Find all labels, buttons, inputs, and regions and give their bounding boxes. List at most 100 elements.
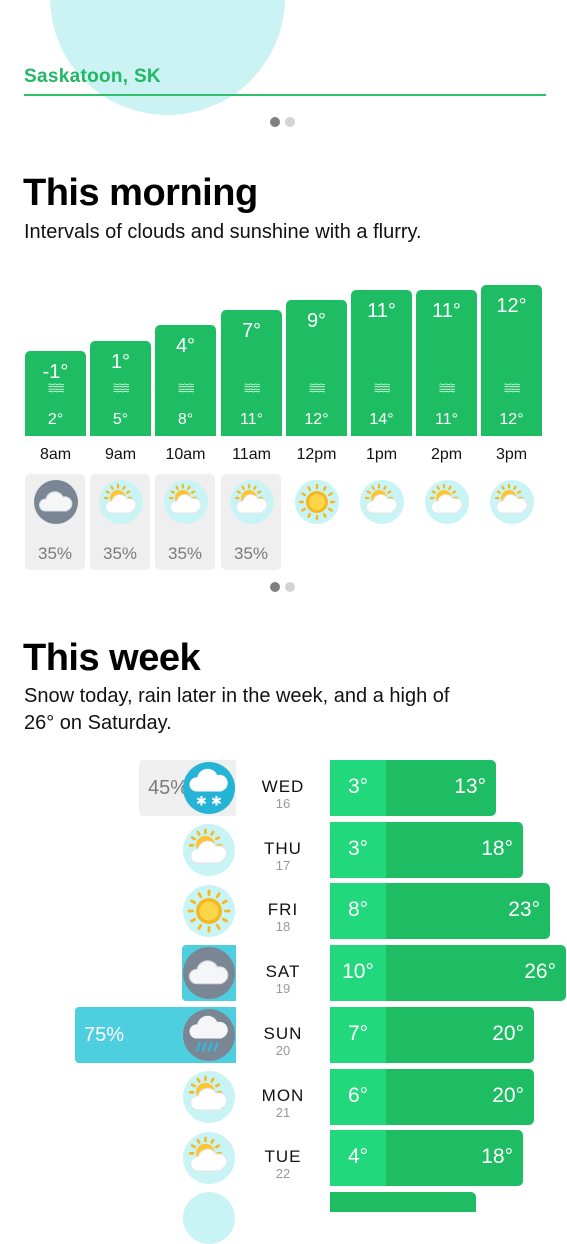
svg-text:✱ ✱: ✱ ✱	[196, 795, 222, 810]
hourly-condition[interactable]: 35%	[155, 474, 215, 570]
hourly-condition[interactable]	[416, 474, 476, 570]
wind-chill-icon: ≈≈≈ ≈≈≈	[243, 380, 260, 397]
temperature-range-bar: 6° 20°	[330, 1069, 534, 1125]
day-row[interactable]: 45% ✱ ✱ WED 16 3° 13°	[0, 760, 567, 818]
partly-sunny-icon	[490, 480, 534, 524]
day-name: THU	[264, 839, 302, 858]
high-temp: 26°	[524, 960, 556, 983]
hourly-time: 8am	[39, 446, 72, 463]
high-temp: 18°	[481, 837, 513, 860]
wind-chill-icon: ≈≈≈ ≈≈≈	[112, 380, 129, 397]
low-temp: 10°	[342, 960, 374, 983]
day-row[interactable]: MON 21 6° 20°	[0, 1069, 567, 1127]
partly-sunny-icon	[164, 480, 208, 524]
day-row[interactable]: THU 17 3° 18°	[0, 822, 567, 880]
page-dot[interactable]	[285, 117, 295, 127]
hourly-times: 8am 9am 10am 11am 12pm 1pm 2pm 3pm	[0, 446, 567, 468]
precip-chance: 35%	[102, 544, 138, 563]
page-dot-active[interactable]	[270, 117, 280, 127]
hourly-bar[interactable]: 11° ≈≈≈ ≈≈≈ 14°	[351, 290, 412, 436]
week-summary-line: 26° on Saturday.	[24, 712, 172, 734]
temperature-range-bar: 3° 18°	[330, 822, 523, 878]
hourly-condition[interactable]	[286, 474, 346, 570]
partly-sunny-icon	[425, 480, 469, 524]
temperature-bar-partial	[330, 1192, 476, 1212]
hourly-time: 11am	[232, 446, 271, 463]
hourly-time: 10am	[165, 446, 206, 463]
sunny-icon	[183, 885, 235, 937]
low-temp: 3°	[347, 775, 369, 798]
hourly-conditions[interactable]: 35% 35% 35% 35%	[0, 474, 567, 570]
hourly-feels-like: 11°	[434, 411, 458, 428]
high-temp: 20°	[492, 1084, 524, 1107]
hourly-bar[interactable]: 12° ≈≈≈ ≈≈≈ 12°	[481, 285, 542, 436]
wind-chill-icon: ≈≈≈ ≈≈≈	[373, 380, 390, 397]
day-row[interactable]: TUE 22 4° 18°	[0, 1130, 567, 1188]
temperature-range-bar: 4° 18°	[330, 1130, 523, 1186]
precip-chance: 35%	[37, 544, 73, 563]
hourly-bar[interactable]: -1° ≈≈≈ ≈≈≈ 2°	[25, 351, 86, 436]
hourly-condition[interactable]	[481, 474, 541, 570]
hourly-bar[interactable]: 4° ≈≈≈ ≈≈≈ 8°	[155, 325, 216, 436]
hourly-temperature-bars[interactable]: -1° ≈≈≈ ≈≈≈ 2° 1° ≈≈≈ ≈≈≈ 5° 4° ≈≈≈ ≈≈≈ 8° 7° ≈≈≈ ≈≈≈ 1…	[0, 270, 567, 436]
hourly-feels-like: 5°	[112, 411, 129, 428]
morning-summary: Intervals of clouds and sunshine with a …	[24, 221, 422, 243]
location-title[interactable]: Saskatoon, SK	[24, 66, 161, 88]
hourly-temp: 9°	[306, 310, 327, 332]
wind-chill-icon: ≈≈≈ ≈≈≈	[47, 380, 64, 397]
weekly-forecast[interactable]: 45%✱ ✱WED163°13°THU173°18°FRI188°23°25%S…	[0, 760, 567, 1200]
morning-title: This morning	[23, 172, 258, 214]
hourly-condition[interactable]	[351, 474, 411, 570]
hourly-time: 9am	[104, 446, 137, 463]
page-dot-active[interactable]	[270, 582, 280, 592]
day-date: 17	[275, 858, 291, 873]
day-row[interactable]: 75% SUN 20 7° 20°	[0, 1007, 567, 1065]
hourly-feels-like: 11°	[239, 411, 263, 428]
hourly-bar[interactable]: 11° ≈≈≈ ≈≈≈ 11°	[416, 290, 477, 436]
low-temp: 4°	[347, 1145, 369, 1168]
day-date: 20	[275, 1043, 291, 1058]
sunny-icon	[295, 480, 339, 524]
hourly-page-indicator[interactable]	[270, 582, 295, 592]
precip-chance: 35%	[233, 544, 269, 563]
location-underline	[24, 94, 546, 96]
day-date: 16	[275, 796, 291, 811]
hourly-condition[interactable]: 35%	[221, 474, 281, 570]
hourly-bar[interactable]: 9° ≈≈≈ ≈≈≈ 12°	[286, 300, 347, 436]
cloudy-icon	[183, 947, 235, 999]
day-name: MON	[261, 1086, 305, 1105]
day-row[interactable]: 25%SAT1910°26°	[0, 945, 567, 1003]
cloudy-icon	[34, 480, 78, 524]
page-indicator[interactable]	[270, 117, 295, 127]
day-date: 19	[275, 981, 291, 996]
hourly-temp: 11°	[367, 300, 396, 322]
partly-sunny-icon	[183, 824, 235, 876]
temperature-range-bar: 3° 13°	[330, 760, 496, 816]
low-temp: 8°	[347, 898, 369, 921]
hourly-condition[interactable]: 35%	[25, 474, 85, 570]
temperature-range-bar: 8° 23°	[330, 883, 550, 939]
page-dot[interactable]	[285, 582, 295, 592]
hourly-feels-like: 8°	[177, 411, 194, 428]
hourly-feels-like: 12°	[499, 411, 524, 428]
hourly-bar[interactable]: 7° ≈≈≈ ≈≈≈ 11°	[221, 310, 282, 436]
high-temp: 23°	[508, 898, 540, 921]
day-row[interactable]: FRI 18 8° 23°	[0, 883, 567, 941]
week-summary-line: Snow today, rain later in the week, and …	[24, 685, 450, 707]
wind-chill-icon: ≈≈≈ ≈≈≈	[308, 380, 325, 397]
hourly-bar[interactable]: 1° ≈≈≈ ≈≈≈ 5°	[90, 341, 151, 436]
hourly-time: 3pm	[495, 446, 528, 463]
week-title: This week	[23, 637, 201, 679]
wind-chill-icon: ≈≈≈ ≈≈≈	[438, 380, 455, 397]
hourly-condition[interactable]: 35%	[90, 474, 150, 570]
partly-sunny-icon	[230, 480, 274, 524]
week-summary: Snow today, rain later in the week, and …	[24, 683, 449, 737]
day-date: 21	[275, 1105, 291, 1120]
hourly-feels-like: 2°	[47, 411, 64, 428]
high-temp: 13°	[454, 775, 486, 798]
temperature-range-bar: 10° 26°	[330, 945, 566, 1001]
hourly-temp: 11°	[432, 300, 461, 322]
low-temp: 3°	[347, 837, 369, 860]
hourly-temp: 12°	[496, 295, 527, 317]
hourly-feels-like: 14°	[369, 411, 394, 428]
